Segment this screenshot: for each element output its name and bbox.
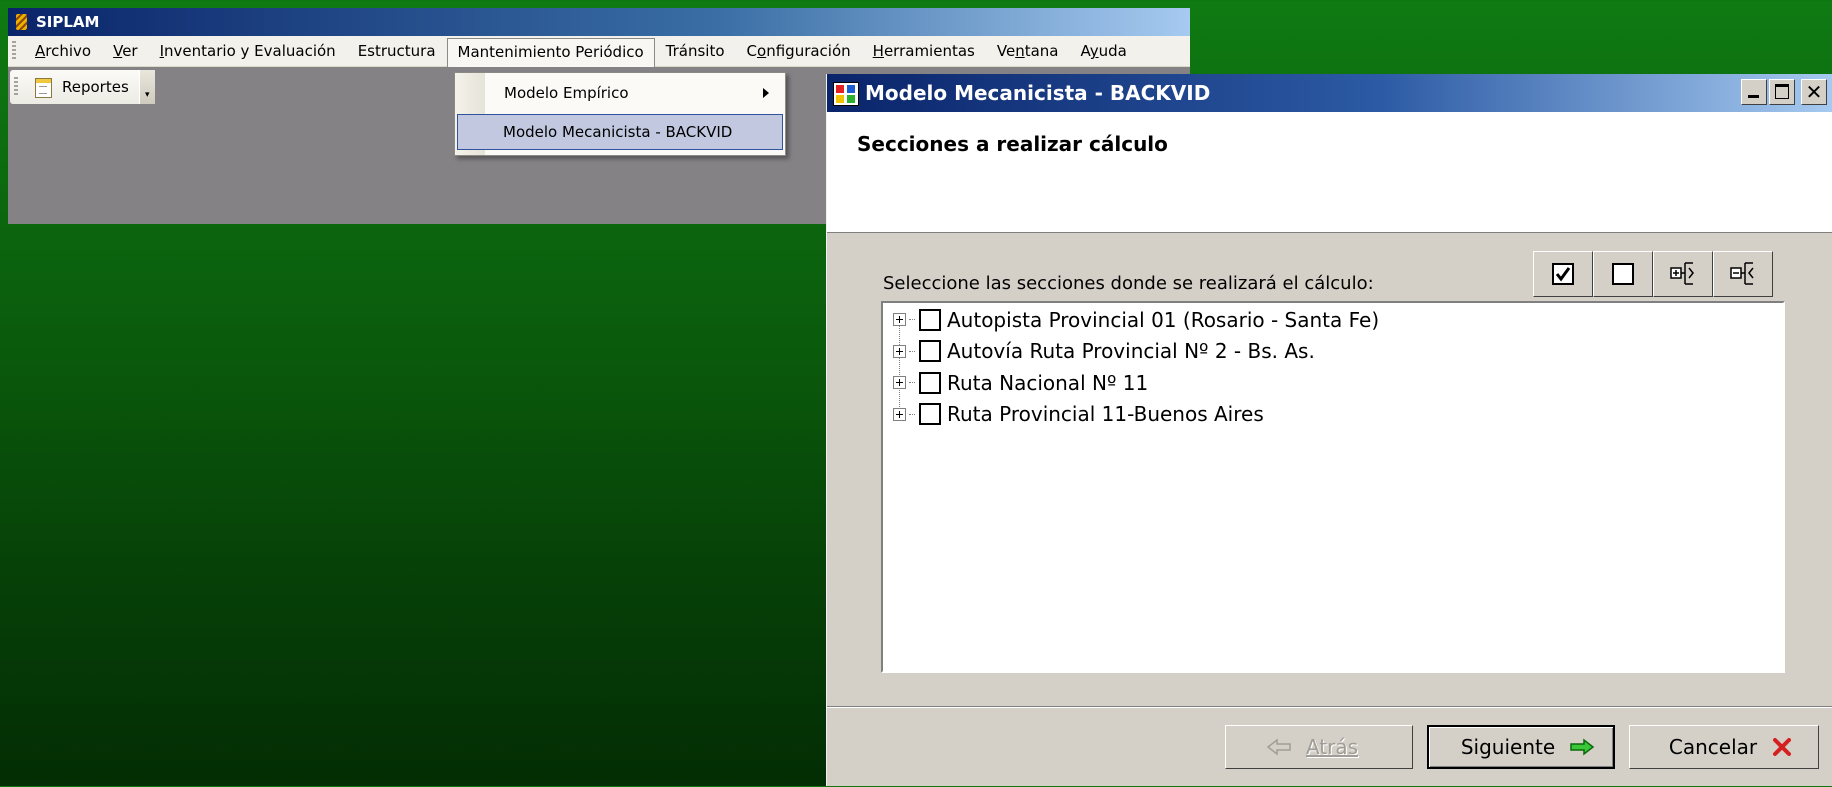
submenu-arrow-icon (763, 88, 769, 98)
uncheck-all-button[interactable] (1593, 251, 1653, 297)
uncheck-all-icon (1612, 263, 1634, 285)
sections-tree[interactable]: Autopista Provincial 01 (Rosario - Santa… (881, 301, 1785, 673)
toolbar-overflow-chevron-icon[interactable]: ▾ (138, 70, 155, 104)
dropdown-item-label: Modelo Mecanicista - BACKVID (503, 123, 733, 141)
menu-herramientas[interactable]: Herramientas (862, 37, 986, 65)
tree-item-checkbox[interactable] (919, 340, 941, 363)
menubar-grip[interactable] (12, 41, 16, 61)
wizard-step-title: Secciones a realizar cálculo (857, 132, 1168, 156)
tree-item-label[interactable]: Ruta Nacional Nº 11 (947, 371, 1148, 395)
tree-item[interactable]: Ruta Provincial 11-Buenos Aires (883, 399, 1783, 431)
tree-item-label[interactable]: Autopista Provincial 01 (Rosario - Santa… (947, 308, 1379, 332)
dropdown-item-modelo-mecanicista[interactable]: Modelo Mecanicista - BACKVID (457, 114, 783, 150)
reports-button[interactable]: Reportes (26, 70, 139, 104)
report-icon (32, 76, 54, 98)
tree-item-checkbox[interactable] (919, 371, 941, 394)
collapse-all-icon (1730, 262, 1754, 285)
menu-mantenimiento[interactable]: Mantenimiento Periódico (446, 37, 655, 67)
minimize-button[interactable] (1741, 79, 1767, 105)
toolbar-grip[interactable] (14, 77, 18, 97)
close-button[interactable]: ✕ (1801, 79, 1827, 105)
reports-button-label: Reportes (62, 78, 129, 96)
collapse-all-button[interactable] (1713, 251, 1773, 297)
main-window-title: SIPLAM (36, 13, 100, 31)
check-all-button[interactable] (1533, 251, 1593, 297)
tree-item[interactable]: Autopista Provincial 01 (Rosario - Santa… (883, 304, 1783, 336)
dropdown-item-label: Modelo Empírico (504, 84, 629, 102)
menu-ayuda[interactable]: Ayuda (1069, 37, 1137, 65)
wizard-body: Seleccione las secciones donde se realiz… (827, 233, 1832, 707)
dropdown-item-modelo-empirico[interactable]: Modelo Empírico (457, 75, 783, 111)
tree-item-label[interactable]: Ruta Provincial 11-Buenos Aires (947, 402, 1264, 426)
menu-configuracion[interactable]: Configuración (736, 37, 862, 65)
wizard-footer: Atrás Siguiente Cancelar (827, 706, 1832, 787)
cancel-button-label: Cancelar (1668, 735, 1758, 759)
window-controls: ✕ (1741, 79, 1827, 105)
expand-all-icon (1670, 262, 1694, 285)
menu-bar: Archivo Ver Inventario y Evaluación Estr… (8, 36, 1190, 67)
arrow-left-icon (1266, 738, 1291, 756)
mantenimiento-dropdown: Modelo Empírico Modelo Mecanicista - BAC… (454, 72, 786, 156)
dialog-title-bar[interactable]: Modelo Mecanicista - BACKVID ✕ (827, 74, 1832, 112)
back-button-label: Atrás (1305, 735, 1359, 759)
arrow-right-icon (1570, 738, 1595, 756)
tree-item-label[interactable]: Autovía Ruta Provincial Nº 2 - Bs. As. (947, 339, 1315, 363)
menu-ver[interactable]: Ver (102, 37, 149, 65)
expand-plus-icon[interactable] (893, 407, 906, 421)
menu-ventana[interactable]: Ventana (986, 37, 1070, 65)
cancel-button[interactable]: Cancelar (1629, 725, 1819, 769)
tree-item-checkbox[interactable] (919, 308, 941, 331)
cancel-x-icon (1773, 738, 1792, 756)
maximize-button[interactable] (1769, 79, 1795, 105)
next-button-label: Siguiente (1460, 735, 1556, 759)
wizard-dialog: Modelo Mecanicista - BACKVID ✕ Secciones… (826, 74, 1832, 786)
dialog-title: Modelo Mecanicista - BACKVID (865, 81, 1211, 105)
wizard-header: Secciones a realizar cálculo (827, 112, 1832, 233)
back-button[interactable]: Atrás (1225, 725, 1413, 769)
menu-estructura[interactable]: Estructura (347, 37, 447, 65)
expand-plus-icon[interactable] (893, 313, 906, 327)
menu-archivo[interactable]: Archivo (24, 37, 102, 65)
siplam-logo-icon (14, 13, 30, 31)
check-all-icon (1552, 263, 1574, 285)
tree-tool-buttons (1533, 251, 1773, 297)
select-sections-label: Seleccione las secciones donde se realiz… (883, 273, 1374, 294)
toolbar: Reportes ▾ (10, 70, 155, 104)
tree-item[interactable]: Ruta Nacional Nº 11 (883, 367, 1783, 399)
menu-transito[interactable]: Tránsito (655, 37, 736, 65)
menu-inventario[interactable]: Inventario y Evaluación (149, 37, 347, 65)
expand-plus-icon[interactable] (893, 344, 906, 358)
tree-item[interactable]: Autovía Ruta Provincial Nº 2 - Bs. As. (883, 336, 1783, 368)
tree-item-checkbox[interactable] (919, 403, 941, 426)
main-title-bar: SIPLAM (8, 8, 1190, 36)
expand-plus-icon[interactable] (893, 376, 906, 390)
expand-all-button[interactable] (1653, 251, 1713, 297)
next-button[interactable]: Siguiente (1427, 725, 1615, 769)
app-window-icon (831, 79, 861, 107)
